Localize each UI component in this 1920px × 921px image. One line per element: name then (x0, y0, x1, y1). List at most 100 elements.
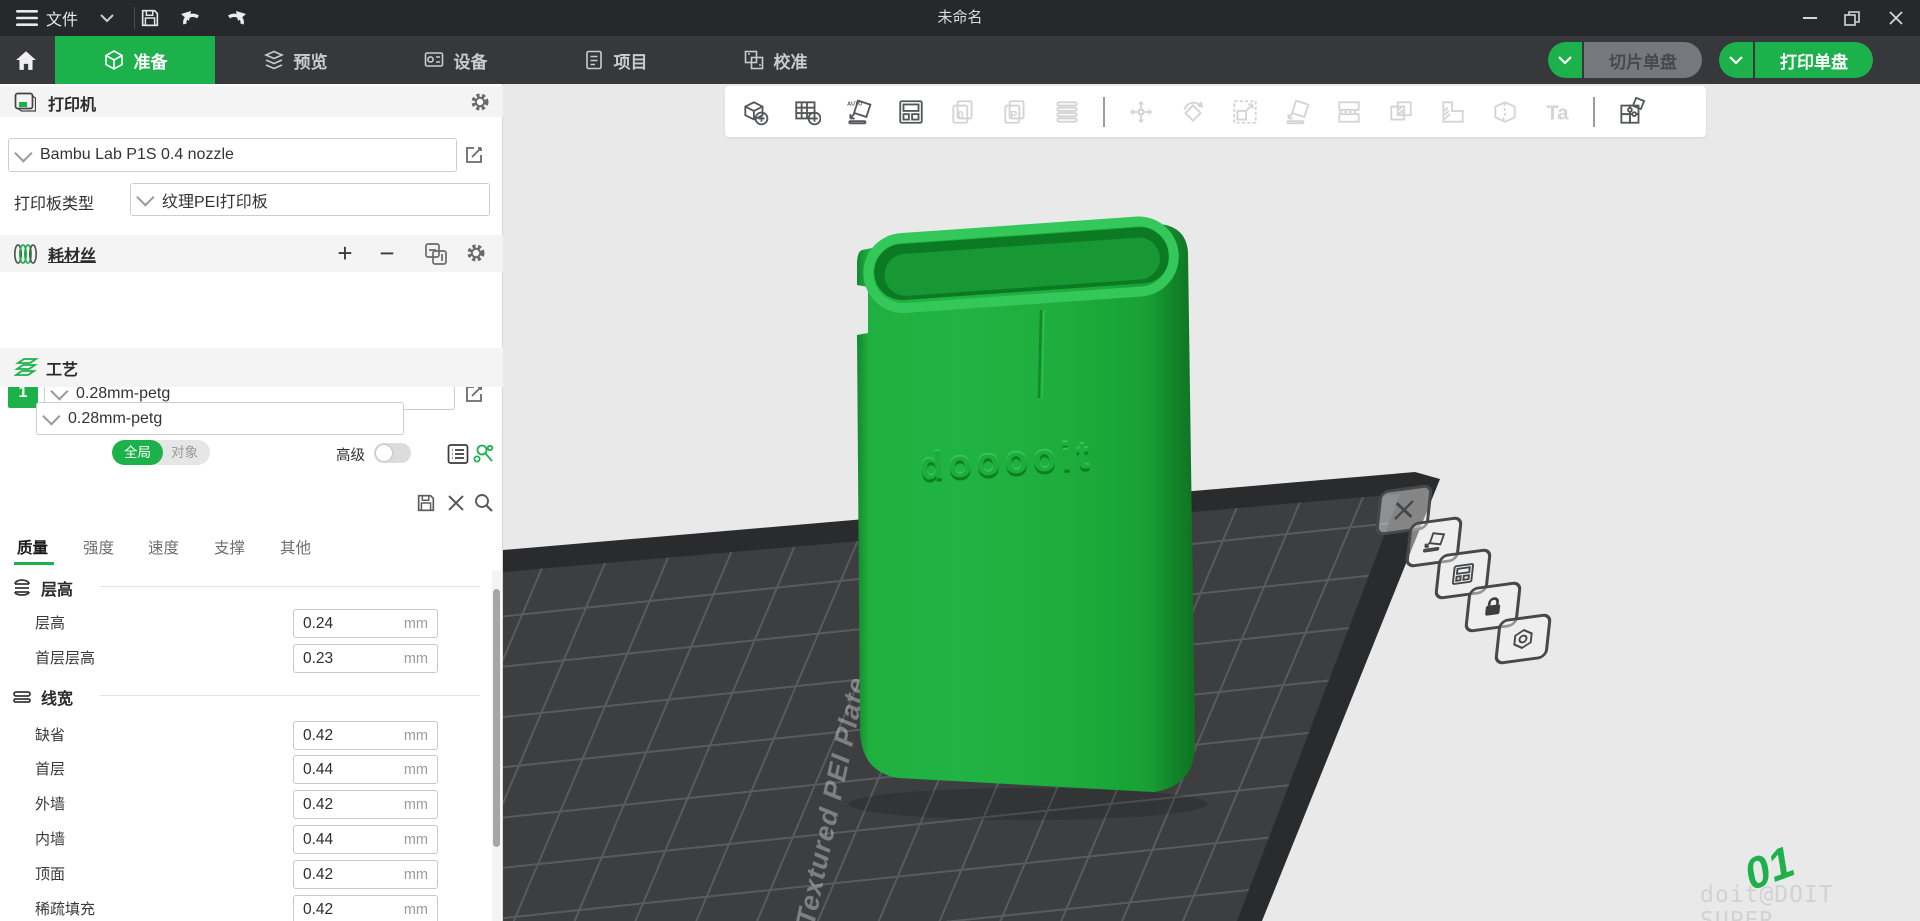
close-button[interactable] (1876, 0, 1916, 36)
filament-sync-icon[interactable] (424, 242, 450, 266)
scope-global-button[interactable]: 全局 (112, 440, 163, 465)
print-plate-button[interactable]: 打印单盘 (1755, 42, 1873, 78)
print-plate-label: 打印单盘 (1780, 48, 1848, 73)
param-input[interactable]: 0.42mm (293, 721, 438, 750)
save-button[interactable] (135, 4, 165, 32)
model-3d[interactable]: dooooit dooooit dooooit (828, 212, 1208, 832)
redo-button[interactable] (221, 4, 251, 32)
param-unit: mm (404, 616, 428, 632)
scrollbar-thumb[interactable] (493, 589, 500, 847)
param-unit: mm (404, 728, 428, 744)
param-tab-label: 强度 (83, 540, 114, 557)
close-icon (1889, 11, 1903, 25)
param-tab-quality[interactable]: 质量 (17, 536, 48, 558)
param-tab-strength[interactable]: 强度 (83, 536, 114, 558)
param-tab-speed[interactable]: 速度 (148, 536, 179, 558)
prepare-cube-icon (103, 49, 125, 71)
hamburger-icon (16, 9, 38, 27)
move-icon (1121, 92, 1161, 132)
param-tab-label: 支撑 (214, 540, 245, 557)
chevron-down-icon (136, 188, 154, 206)
tab-device[interactable]: 设备 (375, 36, 535, 84)
filament-section-title: 耗材丝 (48, 242, 96, 266)
add-plate-icon[interactable] (787, 92, 827, 132)
tab-project[interactable]: 项目 (535, 36, 695, 84)
param-input[interactable]: 0.24mm (293, 609, 438, 638)
filament-settings-gear-icon[interactable] (466, 243, 486, 263)
home-button[interactable] (0, 36, 52, 84)
titlebar: 文件 未命名 (0, 0, 1920, 36)
process-tuning-icon[interactable] (472, 442, 496, 466)
viewport-canvas[interactable]: Textured PEI Plate dooooit dooooit (503, 84, 1920, 921)
param-value: 0.44 (303, 761, 333, 779)
param-input[interactable]: 0.42mm (293, 860, 438, 889)
orient-plate-icon (1421, 529, 1448, 554)
undo-button[interactable] (176, 4, 206, 32)
param-input[interactable]: 0.42mm (293, 790, 438, 819)
filament-name: 0.28mm-petg (76, 385, 170, 403)
slice-plate-label: 切片单盘 (1609, 48, 1677, 73)
maximize-button[interactable] (1832, 0, 1872, 36)
plate-type-label: 打印板类型 (14, 190, 94, 214)
section-rule (100, 695, 480, 696)
split-to-objects-icon (1329, 92, 1369, 132)
arrange-icon[interactable] (891, 92, 931, 132)
param-tab-others[interactable]: 其他 (280, 536, 311, 558)
param-input[interactable]: 0.44mm (293, 755, 438, 784)
param-label: 首层 (35, 755, 65, 785)
param-tab-support[interactable]: 支撑 (214, 536, 245, 558)
param-label: 稀疏填充 (35, 895, 95, 921)
tab-preview[interactable]: 预览 (215, 36, 375, 84)
file-menu-button[interactable]: 文件 (10, 0, 120, 36)
toolbar-separator (1593, 97, 1595, 127)
slice-plate-button[interactable]: 切片单盘 (1584, 42, 1702, 78)
svg-text:P: P (1010, 109, 1017, 121)
param-tab-label: 速度 (148, 540, 179, 557)
param-input[interactable]: 0.23mm (293, 644, 438, 673)
document-title: 未命名 (860, 0, 1060, 36)
print-dropdown-button[interactable] (1719, 42, 1753, 78)
param-input[interactable]: 0.44mm (293, 825, 438, 854)
sidebar: 打印机 Bambu Lab P1S 0.4 nozzle 打印板类型 纹理PEI… (0, 84, 503, 921)
minimize-button[interactable] (1790, 0, 1830, 36)
minimize-icon (1803, 17, 1817, 20)
sidebar-scrollbar[interactable] (492, 571, 501, 921)
add-filament-button[interactable]: + (330, 236, 360, 270)
reset-preset-icon[interactable] (447, 494, 465, 512)
redo-icon (223, 7, 249, 29)
process-section-header: 工艺 (0, 348, 503, 387)
slice-dropdown-button[interactable] (1548, 42, 1582, 78)
add-model-icon[interactable] (735, 92, 775, 132)
printer-settings-gear-icon[interactable] (470, 92, 490, 112)
tab-calibration[interactable]: 校准 (695, 36, 855, 84)
param-value: 0.42 (303, 866, 333, 884)
advanced-toggle[interactable] (374, 443, 411, 463)
param-value: 0.23 (303, 650, 333, 668)
printer-icon (14, 92, 36, 112)
undo-icon (178, 7, 204, 29)
process-section-title: 工艺 (46, 356, 78, 380)
export-p-icon: P (995, 92, 1035, 132)
param-tab-label: 质量 (17, 540, 48, 557)
section-line-width: 线宽 (12, 685, 73, 709)
filament-section-header: 耗材丝 + − (0, 235, 503, 272)
auto-orient-icon[interactable]: AUTO (839, 92, 879, 132)
plate-settings-button[interactable] (1494, 613, 1552, 666)
delete-plate-icon (1392, 498, 1417, 523)
process-preset-select[interactable]: 0.28mm-petg (36, 402, 404, 435)
plate-type-select[interactable]: 纹理PEI打印板 (130, 183, 490, 216)
toolbar-separator (1103, 97, 1105, 127)
assembly-icon[interactable] (1611, 92, 1651, 132)
printer-edit-icon[interactable] (463, 144, 485, 166)
tab-prepare[interactable]: 准备 (55, 36, 215, 84)
search-icon[interactable] (473, 492, 494, 513)
printer-select[interactable]: Bambu Lab P1S 0.4 nozzle (8, 138, 457, 172)
save-preset-icon[interactable] (415, 492, 437, 514)
variable-layer-height-icon (1433, 92, 1473, 132)
remove-filament-button[interactable]: − (372, 236, 402, 270)
line-width-icon (12, 689, 32, 705)
param-value: 0.44 (303, 831, 333, 849)
objects-list-icon[interactable] (446, 442, 470, 466)
param-input[interactable]: 0.42mm (293, 895, 438, 921)
param-tab-label: 其他 (280, 540, 311, 557)
